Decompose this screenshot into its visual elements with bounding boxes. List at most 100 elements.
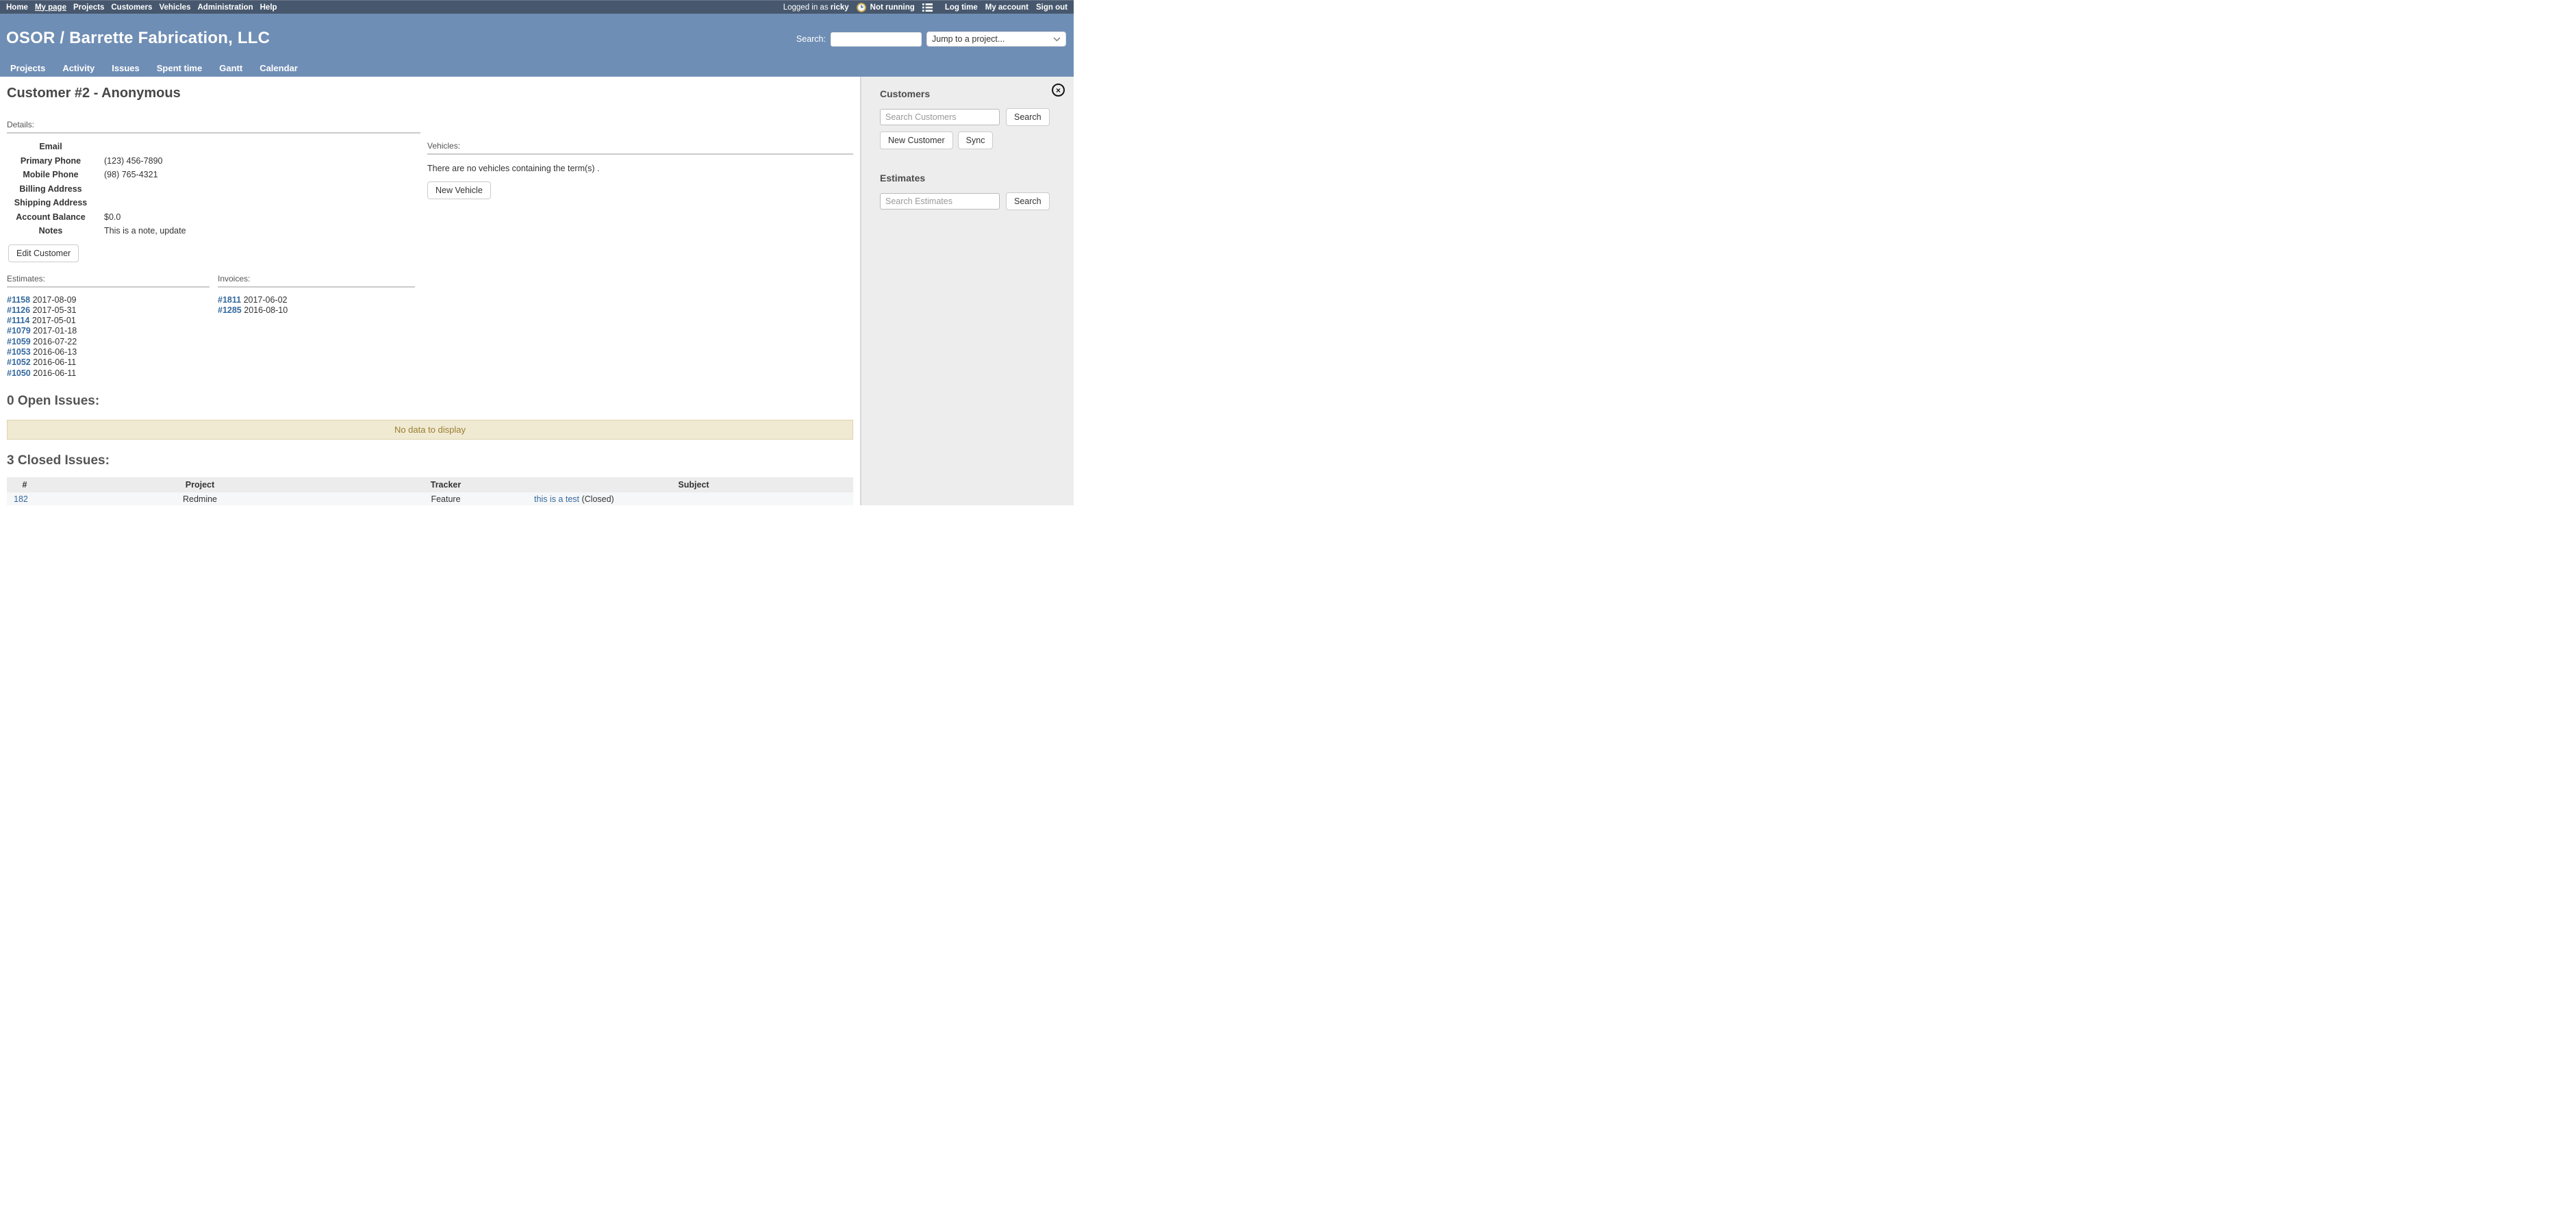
project-jump-select[interactable]: Jump to a project... xyxy=(926,31,1066,47)
timer-status-group: Not running xyxy=(857,3,915,12)
issue-status-suffix: (Closed) xyxy=(579,494,614,504)
list-item: #1811 2017-06-02 xyxy=(218,295,415,305)
menu-home[interactable]: Home xyxy=(6,3,28,12)
page-header: OSOR / Barrette Fabrication, LLC Search:… xyxy=(0,14,1074,77)
logged-in-username: ricky xyxy=(831,3,849,12)
my-account-link[interactable]: My account xyxy=(985,3,1028,12)
list-item: #1126 2017-05-31 xyxy=(7,305,210,316)
main-content: Customer #2 - Anonymous Details: Email P… xyxy=(0,77,860,505)
detail-row-account-balance: Account Balance $0.0 xyxy=(7,210,231,225)
list-item: #1114 2017-05-01 xyxy=(7,316,210,326)
customers-actions-row: New Customer Sync xyxy=(880,131,1074,149)
tab-calendar[interactable]: Calendar xyxy=(260,63,298,73)
menu-projects[interactable]: Projects xyxy=(73,3,104,12)
tab-spent-time[interactable]: Spent time xyxy=(157,63,202,73)
close-icon[interactable]: × xyxy=(1052,84,1065,97)
estimate-link[interactable]: #1050 xyxy=(7,368,31,378)
detail-label: Notes xyxy=(7,224,94,238)
detail-row-billing-address: Billing Address xyxy=(7,182,231,197)
estimate-date: 2016-07-22 xyxy=(33,337,77,346)
table-row: 182 Redmine Feature this is a test (Clos… xyxy=(7,492,853,505)
top-menu-right: Logged in as ricky Not running Log time … xyxy=(783,3,1068,12)
header-search-input[interactable] xyxy=(831,32,922,47)
detail-value: $0.0 xyxy=(94,210,231,225)
detail-value xyxy=(94,196,231,210)
log-time-link[interactable]: Log time xyxy=(945,3,978,12)
issue-subject-link[interactable]: this is a test xyxy=(534,494,579,504)
customers-search-row: Search xyxy=(880,108,1074,126)
logged-in-prefix: Logged in as xyxy=(783,3,829,12)
search-estimates-button[interactable]: Search xyxy=(1006,192,1050,210)
search-customers-button[interactable]: Search xyxy=(1006,108,1050,126)
search-label: Search: xyxy=(796,34,826,44)
detail-label: Billing Address xyxy=(7,182,94,197)
list-item: #1158 2017-08-09 xyxy=(7,295,210,305)
detail-value: (123) 456-7890 xyxy=(94,154,231,168)
site-title: OSOR / Barrette Fabrication, LLC xyxy=(6,29,270,48)
tab-activity[interactable]: Activity xyxy=(62,63,94,73)
estimate-date: 2017-05-01 xyxy=(32,316,76,325)
estimate-link[interactable]: #1158 xyxy=(7,295,30,305)
top-menu: Home My page Projects Customers Vehicles… xyxy=(6,3,277,12)
estimate-date: 2017-05-31 xyxy=(33,305,77,315)
estimate-link[interactable]: #1059 xyxy=(7,337,31,346)
menu-my-page[interactable]: My page xyxy=(35,3,66,12)
estimate-date: 2016-06-13 xyxy=(33,347,77,357)
logged-in-text: Logged in as ricky xyxy=(783,3,849,12)
closed-issues-heading: 3 Closed Issues: xyxy=(7,453,853,468)
list-item: #1079 2017-01-18 xyxy=(7,326,210,336)
customer-details-table: Email Primary Phone (123) 456-7890 Mobil… xyxy=(7,140,231,238)
detail-row-primary-phone: Primary Phone (123) 456-7890 xyxy=(7,154,231,168)
list-item: #1059 2016-07-22 xyxy=(7,337,210,347)
sync-button[interactable]: Sync xyxy=(958,131,994,149)
column-header-project: Project xyxy=(42,477,357,492)
search-estimates-input[interactable] xyxy=(880,193,1000,210)
estimate-date: 2016-06-11 xyxy=(33,357,76,367)
estimate-link[interactable]: #1053 xyxy=(7,347,31,357)
list-item: #1285 2016-08-10 xyxy=(218,305,415,316)
estimate-link[interactable]: #1126 xyxy=(7,305,30,315)
vehicles-section: Vehicles: There are no vehicles containi… xyxy=(427,141,853,379)
detail-value: (98) 765-4321 xyxy=(94,168,231,182)
invoice-date: 2017-06-02 xyxy=(244,295,288,305)
detail-label: Primary Phone xyxy=(7,154,94,168)
invoices-section: Invoices: #1811 2017-06-02 #1285 2016-08… xyxy=(218,274,415,379)
list-item: #1050 2016-06-11 xyxy=(7,368,210,379)
menu-customers[interactable]: Customers xyxy=(111,3,152,12)
estimate-link[interactable]: #1079 xyxy=(7,326,31,336)
estimates-section: Estimates: #1158 2017-08-09 #1126 2017-0… xyxy=(7,274,210,379)
detail-label: Mobile Phone xyxy=(7,168,94,182)
estimate-date: 2017-08-09 xyxy=(33,295,77,305)
new-customer-button[interactable]: New Customer xyxy=(880,131,953,149)
menu-help[interactable]: Help xyxy=(260,3,277,12)
tab-gantt[interactable]: Gantt xyxy=(219,63,242,73)
issue-project: Redmine xyxy=(183,494,217,504)
search-customers-input[interactable] xyxy=(880,109,1000,125)
estimate-link[interactable]: #1052 xyxy=(7,357,31,367)
detail-value xyxy=(94,140,231,154)
table-header-row: # Project Tracker Subject xyxy=(7,477,853,492)
sidebar-customers-heading: Customers xyxy=(880,88,1074,99)
tab-issues[interactable]: Issues xyxy=(112,63,139,73)
menu-administration[interactable]: Administration xyxy=(197,3,253,12)
estimate-link[interactable]: #1114 xyxy=(7,316,29,325)
detail-value xyxy=(94,182,231,197)
timer-status[interactable]: Not running xyxy=(870,3,915,12)
invoices-list: #1811 2017-06-02 #1285 2016-08-10 xyxy=(218,295,415,316)
edit-customer-button[interactable]: Edit Customer xyxy=(8,244,79,262)
issue-id-link[interactable]: 182 xyxy=(14,494,28,504)
sign-out-link[interactable]: Sign out xyxy=(1036,3,1068,12)
invoice-link[interactable]: #1285 xyxy=(218,305,242,315)
closed-issues-table: # Project Tracker Subject 182 Redmine Fe… xyxy=(7,477,853,505)
list-icon[interactable] xyxy=(922,3,933,12)
no-data-banner: No data to display xyxy=(7,420,853,440)
menu-vehicles[interactable]: Vehicles xyxy=(159,3,190,12)
open-issues-heading: 0 Open Issues: xyxy=(7,394,853,409)
tab-projects[interactable]: Projects xyxy=(10,63,45,73)
new-vehicle-button[interactable]: New Vehicle xyxy=(427,181,491,199)
detail-row-shipping-address: Shipping Address xyxy=(7,196,231,210)
invoice-link[interactable]: #1811 xyxy=(218,295,241,305)
details-section-label: Details: xyxy=(7,120,420,134)
invoice-date: 2016-08-10 xyxy=(244,305,288,315)
column-header-tracker: Tracker xyxy=(357,477,534,492)
